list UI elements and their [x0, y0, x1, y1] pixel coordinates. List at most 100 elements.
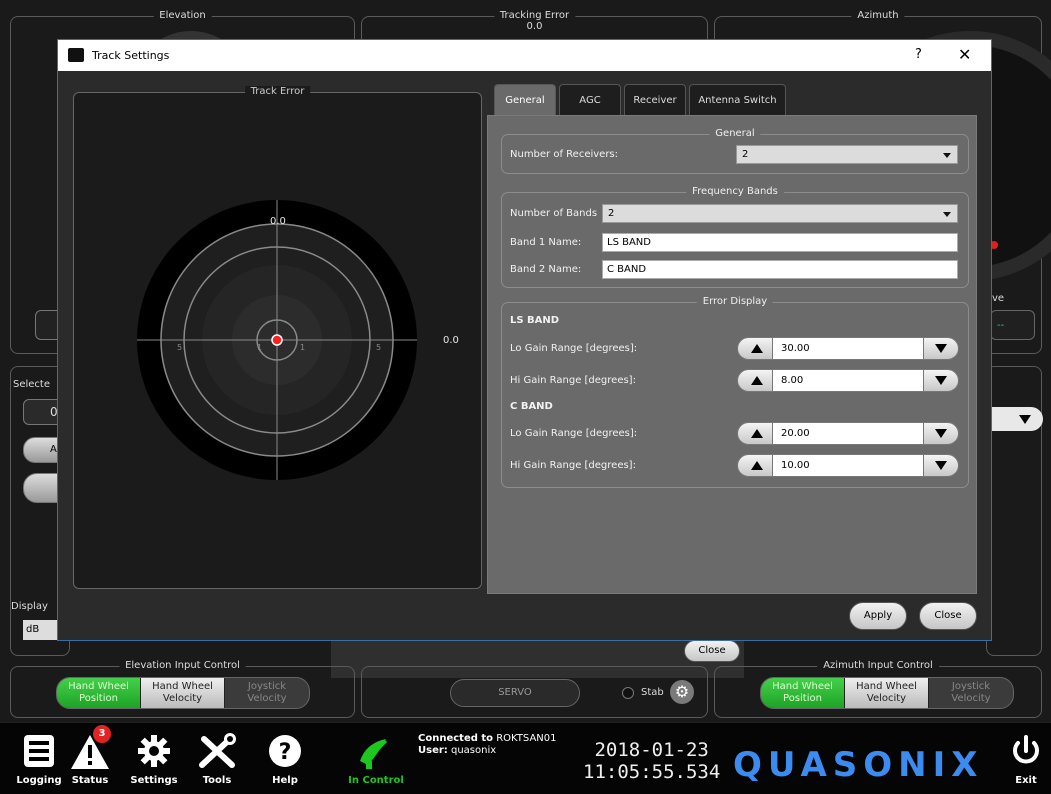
seg-line: Position: [783, 693, 822, 704]
track-settings-dialog: Track Settings ? ✕ Track Error 5 1 1 5 0…: [57, 39, 992, 641]
azimuth-handwheel-position-button[interactable]: Hand Wheel Position: [761, 678, 845, 708]
decrement-button[interactable]: [923, 337, 959, 360]
decrement-button[interactable]: [923, 369, 959, 392]
track-error-marker: [271, 334, 283, 346]
general-group-title: General: [709, 128, 761, 139]
bands-select[interactable]: 2: [602, 204, 958, 223]
dialog-titlebar[interactable]: Track Settings ? ✕: [58, 40, 991, 71]
tools-icon: [199, 733, 236, 768]
help-icon: ?: [269, 735, 301, 767]
azimuth-handwheel-velocity-button[interactable]: Hand Wheel Velocity: [845, 678, 929, 708]
app-window: Elevation Tracking Error 0.0 Azimuth ve …: [0, 0, 1051, 794]
general-group: General Number of Receivers: 2: [501, 128, 969, 174]
azimuth-input-title: Azimuth Input Control: [817, 660, 939, 671]
display-value: dB: [26, 624, 40, 635]
c-lo-gain-value[interactable]: 20.00: [773, 422, 923, 445]
seg-line: Hand Wheel: [152, 681, 213, 692]
azimuth-title: Azimuth: [851, 10, 905, 21]
top-value: 0.0: [270, 216, 286, 227]
seg-line: Joystick: [247, 681, 287, 692]
ls-hi-gain-value[interactable]: 8.00: [773, 369, 923, 392]
axis-tick-label: 1: [257, 343, 262, 352]
decrement-button[interactable]: [923, 422, 959, 445]
elevation-title: Elevation: [153, 10, 212, 21]
clock-date: 2018-01-23: [594, 739, 709, 761]
elevation-input-buttons: Hand Wheel Position Hand Wheel Velocity Jo…: [56, 677, 310, 709]
seg-line: Velocity: [247, 693, 287, 704]
gear-icon: [138, 735, 170, 767]
connected-host: ROKTSAN01: [496, 733, 557, 744]
ls-hi-gain-spinner: 8.00: [737, 369, 959, 392]
band2-name-field[interactable]: C BAND: [602, 260, 958, 279]
close-icon[interactable]: ✕: [958, 45, 971, 64]
seg-line: Joystick: [951, 681, 991, 692]
ls-lo-gain-value[interactable]: 30.00: [773, 337, 923, 360]
tab-receiver[interactable]: Receiver: [624, 84, 686, 116]
help-title-button[interactable]: ?: [915, 47, 922, 62]
right-dropdown-arrow-icon: [1019, 415, 1031, 424]
ls-band-header: LS BAND: [510, 315, 560, 326]
increment-button[interactable]: [737, 369, 773, 392]
status-badge: 3: [93, 725, 111, 743]
band2-label: Band 2 Name:: [510, 264, 582, 275]
ls-hi-gain-label: Hi Gain Range [degrees]:: [510, 375, 636, 386]
elevation-joystick-velocity-button[interactable]: Joystick Velocity: [225, 678, 309, 708]
tab-general[interactable]: General: [494, 84, 556, 116]
track-error-panel: Track Error 5 1 1 5 0.0 0.0: [73, 86, 482, 589]
c-hi-gain-value[interactable]: 10.00: [773, 454, 923, 477]
app-icon: [68, 48, 84, 62]
selected-label: Selecte: [13, 379, 51, 390]
band1-name-field[interactable]: LS BAND: [602, 233, 958, 252]
c-hi-gain-spinner: 10.00: [737, 454, 959, 477]
right-lower-panel: [986, 366, 1043, 656]
elevation-input-title: Elevation Input Control: [119, 660, 246, 671]
band1-label: Band 1 Name:: [510, 237, 582, 248]
logging-button[interactable]: Logging: [12, 731, 66, 793]
elevation-handwheel-velocity-button[interactable]: Hand Wheel Velocity: [141, 678, 225, 708]
stab-gear-button[interactable]: ⚙: [670, 680, 694, 704]
bands-label: Number of Bands: [510, 208, 598, 219]
settings-button[interactable]: Settings: [127, 731, 181, 793]
track-error-scope: 5 1 1 5 0.0 0.0: [137, 200, 459, 480]
status-label: Status: [71, 775, 109, 786]
tab-antenna-switch[interactable]: Antenna Switch: [689, 84, 786, 116]
exit-button[interactable]: Exit: [1006, 731, 1046, 793]
ls-lo-gain-spinner: 30.00: [737, 337, 959, 360]
stab-label: Stab: [641, 687, 664, 698]
tab-agc[interactable]: AGC: [559, 84, 621, 116]
antenna-icon: [360, 739, 388, 769]
increment-button[interactable]: [737, 337, 773, 360]
close-button[interactable]: Close: [919, 602, 977, 630]
exit-label: Exit: [1015, 775, 1037, 786]
in-control-button[interactable]: In Control: [346, 731, 406, 793]
left-a-button-label: A: [50, 444, 57, 455]
right-dropdown[interactable]: [991, 407, 1043, 431]
azimuth-joystick-velocity-button[interactable]: Joystick Velocity: [929, 678, 1013, 708]
c-hi-gain-label: Hi Gain Range [degrees]:: [510, 460, 636, 471]
elevation-handwheel-position-button[interactable]: Hand Wheel Position: [57, 678, 141, 708]
error-display-title: Error Display: [696, 296, 774, 307]
receivers-value: 2: [742, 149, 749, 160]
connected-prefix: Connected to: [418, 733, 494, 744]
apply-button[interactable]: Apply: [849, 602, 907, 630]
in-control-label: In Control: [348, 775, 404, 786]
power-icon: [1013, 735, 1039, 764]
chevron-down-icon: [943, 212, 951, 217]
c-lo-gain-label: Lo Gain Range [degrees]:: [510, 428, 638, 439]
seg-line: Velocity: [162, 693, 203, 704]
increment-button[interactable]: [737, 454, 773, 477]
decrement-button[interactable]: [923, 454, 959, 477]
help-button[interactable]: ? Help: [258, 731, 312, 793]
status-button[interactable]: 3 Status: [63, 725, 117, 793]
receivers-select[interactable]: 2: [736, 145, 958, 164]
servo-button[interactable]: SERVO: [450, 679, 580, 707]
user-name: quasonix: [450, 745, 497, 756]
increment-button[interactable]: [737, 422, 773, 445]
dialog-title: Track Settings: [92, 49, 170, 62]
behind-close-button[interactable]: Close: [684, 640, 740, 662]
seg-line: Velocity: [866, 693, 907, 704]
logging-label: Logging: [16, 775, 62, 786]
right-partial-value: --: [997, 320, 1005, 331]
tools-button[interactable]: Tools: [190, 731, 244, 793]
right-partial-readout: --: [990, 310, 1035, 340]
